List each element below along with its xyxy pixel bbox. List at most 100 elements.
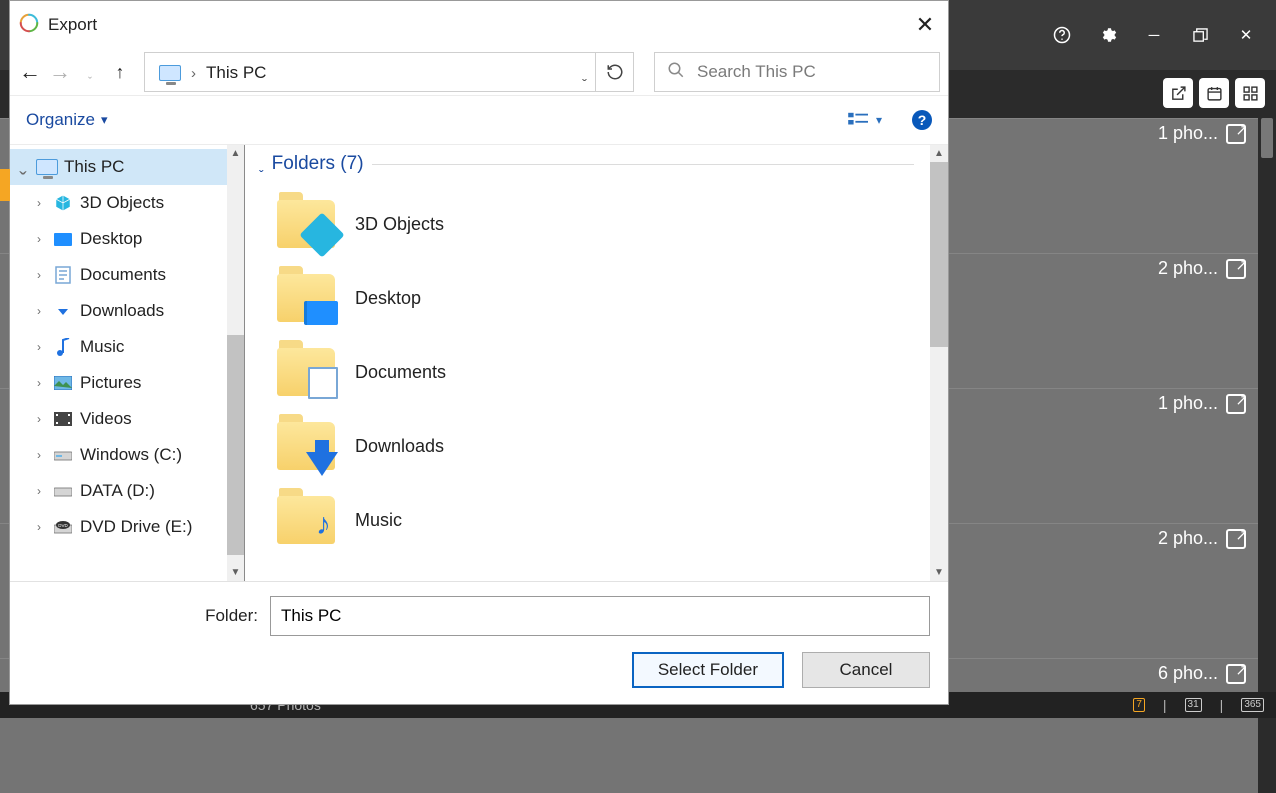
this-pc-icon (36, 159, 58, 175)
calendar-icon[interactable] (1199, 78, 1229, 108)
selection-accent (0, 169, 10, 201)
file-scrollbar[interactable]: ▲ ▼ (930, 145, 948, 581)
folder-item-music[interactable]: ♪ Music (277, 483, 914, 557)
open-external-icon (1226, 259, 1246, 279)
button-label: Select Folder (658, 660, 758, 680)
tree-item-downloads[interactable]: Downloads (10, 293, 227, 329)
app-logo-icon (18, 12, 40, 38)
scrollbar-thumb[interactable] (1261, 118, 1273, 158)
expand-toggle-icon[interactable] (32, 484, 46, 498)
tree-item-this-pc[interactable]: This PC (10, 149, 227, 185)
search-input[interactable] (697, 62, 927, 82)
svg-text:DVD: DVD (58, 523, 68, 528)
folder-list[interactable]: ˬ Folders (7) 3D Objects Desktop Documen… (245, 145, 930, 581)
close-icon[interactable]: ✕ (1236, 25, 1256, 45)
tree-item-pictures[interactable]: Pictures (10, 365, 227, 401)
gear-icon[interactable] (1098, 25, 1118, 45)
tree-item-dvd-e[interactable]: DVD DVD Drive (E:) (10, 509, 227, 545)
tree-item-3d-objects[interactable]: 3D Objects (10, 185, 227, 221)
nav-up-button[interactable]: ↑ (108, 60, 132, 84)
tree-scrollbar[interactable]: ▲ ▼ (227, 145, 244, 581)
scrollbar-thumb[interactable] (930, 162, 948, 347)
expand-toggle-icon[interactable] (32, 448, 46, 462)
scroll-up-icon[interactable]: ▲ (930, 145, 948, 162)
photo-count-badge[interactable]: 2 pho... (1158, 258, 1246, 279)
pictures-icon (52, 376, 74, 390)
refresh-button[interactable] (595, 53, 633, 91)
tree-item-windows-c[interactable]: Windows (C:) (10, 437, 227, 473)
scroll-down-icon[interactable]: ▼ (930, 564, 948, 581)
expand-toggle-icon[interactable] (32, 304, 46, 318)
expand-toggle-icon[interactable] (32, 268, 46, 282)
nav-back-button[interactable]: ← (18, 60, 42, 84)
expand-toggle-icon[interactable] (32, 340, 46, 354)
folder-item-desktop[interactable]: Desktop (277, 261, 914, 335)
tree-item-music[interactable]: Music (10, 329, 227, 365)
organize-toolbar: Organize ▾ ▾ ? (10, 95, 948, 145)
tree-item-label: Videos (80, 409, 132, 429)
maximize-icon[interactable] (1190, 25, 1210, 45)
nav-history-dropdown[interactable]: ˬ (78, 60, 102, 84)
navigation-tree[interactable]: This PC 3D Objects Desktop Documents (10, 145, 227, 581)
chevron-right-icon[interactable]: › (191, 65, 196, 82)
minimize-icon[interactable]: ─ (1144, 25, 1164, 45)
tree-item-desktop[interactable]: Desktop (10, 221, 227, 257)
search-box[interactable] (654, 52, 940, 92)
expand-toggle-icon[interactable] (32, 412, 46, 426)
tree-item-label: Desktop (80, 229, 142, 249)
folder-item-downloads[interactable]: Downloads (277, 409, 914, 483)
tree-item-videos[interactable]: Videos (10, 401, 227, 437)
help-icon[interactable] (1052, 25, 1072, 45)
expand-toggle-icon[interactable] (32, 196, 46, 210)
grid-icon[interactable] (1235, 78, 1265, 108)
dialog-help-button[interactable]: ? (912, 110, 932, 130)
open-external-icon[interactable] (1163, 78, 1193, 108)
open-external-icon (1226, 529, 1246, 549)
breadcrumb-content[interactable]: › This PC ˬ (151, 53, 595, 93)
photo-count-label: 1 pho... (1158, 393, 1218, 414)
breadcrumb-bar[interactable]: › This PC ˬ (144, 52, 634, 92)
view-mode-menu[interactable]: ▾ (848, 111, 882, 129)
dialog-title: Export (48, 15, 97, 35)
photo-scrollbar[interactable] (1258, 118, 1276, 692)
tree-item-label: 3D Objects (80, 193, 164, 213)
folders-section-header[interactable]: ˬ Folders (7) (259, 153, 914, 175)
expand-toggle-icon[interactable] (32, 520, 46, 534)
tree-item-label: Music (80, 337, 124, 357)
chevron-down-icon[interactable]: ˬ (259, 156, 264, 172)
photo-count-badge[interactable]: 6 pho... (1158, 663, 1246, 684)
scrollbar-thumb[interactable] (227, 335, 244, 555)
folder-icon: ♪ (277, 496, 335, 544)
photo-count-badge[interactable]: 1 pho... (1158, 393, 1246, 414)
cancel-button[interactable]: Cancel (802, 652, 930, 688)
organize-menu[interactable]: Organize ▾ (26, 110, 108, 130)
folder-name: 3D Objects (355, 214, 444, 235)
photo-count-badge[interactable]: 1 pho... (1158, 123, 1246, 144)
music-icon (52, 338, 74, 356)
close-button[interactable]: ✕ (902, 1, 948, 49)
photo-count-badge[interactable]: 2 pho... (1158, 528, 1246, 549)
view-week-icon[interactable]: 7 (1133, 698, 1145, 712)
select-folder-button[interactable]: Select Folder (632, 652, 784, 688)
folder-item-documents[interactable]: Documents (277, 335, 914, 409)
folder-icon (277, 422, 335, 470)
expand-toggle-icon[interactable] (16, 154, 30, 180)
tree-item-label: This PC (64, 157, 124, 177)
scroll-down-icon[interactable]: ▼ (227, 564, 244, 581)
tree-item-data-d[interactable]: DATA (D:) (10, 473, 227, 509)
folder-item-3d-objects[interactable]: 3D Objects (277, 187, 914, 261)
nav-forward-button[interactable]: → (48, 60, 72, 84)
folder-name-input[interactable] (270, 596, 930, 636)
view-month-icon[interactable]: 31 (1185, 698, 1202, 712)
tree-item-documents[interactable]: Documents (10, 257, 227, 293)
scroll-up-icon[interactable]: ▲ (227, 145, 244, 162)
chevron-down-icon[interactable]: ˬ (582, 65, 587, 82)
drive-icon (52, 485, 74, 497)
expand-toggle-icon[interactable] (32, 232, 46, 246)
expand-toggle-icon[interactable] (32, 376, 46, 390)
chevron-down-icon: ▾ (876, 113, 882, 127)
desktop-icon (52, 233, 74, 246)
photo-toolbar (1163, 78, 1265, 108)
breadcrumb-root[interactable]: This PC (206, 63, 266, 83)
view-year-icon[interactable]: 365 (1241, 698, 1264, 712)
